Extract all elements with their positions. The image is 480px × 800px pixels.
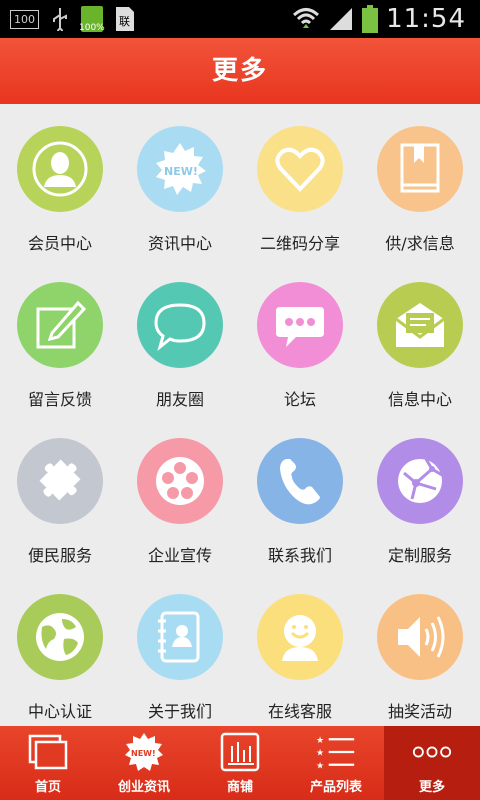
grid-item-icon-bg [377,126,463,212]
grid-item-label: 二维码分享 [259,234,340,253]
grid-item-contact-us[interactable]: 联系我们 [240,416,360,572]
forum-icon [276,307,324,347]
grid-item-moments[interactable]: 朋友圈 [120,260,240,416]
grid-item-icon-bg [257,126,343,212]
tab-label: 首页 [34,780,61,795]
tab-label: 商铺 [226,780,253,795]
grid-item-lottery[interactable]: 抽奖活动 [360,572,480,728]
title-bar: 更多 [0,38,480,104]
puzzle-icon [39,459,81,501]
grid-item-icon-bg [17,438,103,524]
globe-icon [36,613,84,661]
grid-item-label: 资讯中心 [147,234,212,253]
feature-grid: 会员中心 NEW! 资讯中心 二维码分享 供/求信息 留言反馈 朋友圈 论坛 信… [0,104,480,726]
battery-full-icon [362,5,379,33]
new-badge-text: NEW! [131,749,156,758]
svg-text:联: 联 [119,15,130,28]
grid-item-label: 会员中心 [27,234,92,253]
page-title: 更多 [211,56,268,86]
grid-item-news-center[interactable]: NEW! 资讯中心 [120,104,240,260]
grid-item-icon-bg [17,282,103,368]
tab-business-news[interactable]: NEW! 创业资讯 [96,726,192,800]
edit-icon [36,300,87,349]
grid-item-icon-bg [137,282,223,368]
tab-home[interactable]: 首页 [0,726,96,800]
grid-item-promotion[interactable]: 企业宣传 [120,416,240,572]
tab-shop[interactable]: 商铺 [192,726,288,800]
grid-item-label: 供/求信息 [385,234,455,253]
shop-icon [220,732,260,772]
contacts-icon [158,611,200,663]
phone-icon [280,459,320,505]
grid-item-certification[interactable]: 中心认证 [0,572,120,728]
grid-item-icon-bg [137,594,223,680]
book-icon [400,143,440,193]
grid-item-label: 关于我们 [147,702,212,721]
tab-label: 创业资讯 [117,780,170,795]
grid-item-label: 朋友圈 [155,390,204,409]
battery-icon: 100% [79,6,105,33]
film-reel-icon [156,457,204,505]
grid-item-icon-bg: NEW! [137,126,223,212]
more-icon [412,732,452,772]
grid-item-label: 论坛 [283,390,316,409]
globe-network-icon [398,458,443,503]
status-bar: 100 100% 联 11:54 [0,0,480,38]
svg-text:★: ★ [316,761,324,771]
grid-item-forum[interactable]: 论坛 [240,260,360,416]
grid-item-label: 便民服务 [27,546,92,565]
home-icon [28,732,68,772]
grid-item-icon-bg [17,594,103,680]
sim-icon: 联 [116,7,134,31]
grid-item-member-center[interactable]: 会员中心 [0,104,120,260]
heart-icon [275,147,325,192]
grid-item-icon-bg [257,282,343,368]
grid-item-icon-bg [377,282,463,368]
grid-item-supply-demand[interactable]: 供/求信息 [360,104,480,260]
speaker-icon [398,616,445,658]
grid-item-online-service[interactable]: 在线客服 [240,572,360,728]
support-agent-icon [282,615,318,661]
storage-indicator: 100 [10,9,39,29]
svg-text:★: ★ [316,736,324,746]
list-icon: ★ ★ ★ [316,732,356,772]
new-badge-icon: NEW! [124,732,164,772]
tab-label: 产品列表 [309,780,362,795]
grid-item-custom-service[interactable]: 定制服务 [360,416,480,572]
grid-item-label: 信息中心 [387,390,452,409]
news-badge-text: NEW! [164,165,198,178]
bottom-navigation: 首页 NEW! 创业资讯 商铺 ★ ★ ★ 产品列表 更多 [0,726,480,800]
grid-item-feedback[interactable]: 留言反馈 [0,260,120,416]
tab-product-list[interactable]: ★ ★ ★ 产品列表 [288,726,384,800]
tab-label: 更多 [418,780,445,795]
member-icon [32,141,88,197]
grid-item-qr-share[interactable]: 二维码分享 [240,104,360,260]
grid-item-label: 企业宣传 [147,546,212,565]
grid-item-label: 抽奖活动 [387,702,452,721]
grid-item-public-service[interactable]: 便民服务 [0,416,120,572]
grid-item-about-us[interactable]: 关于我们 [120,572,240,728]
chat-bubble-icon [154,303,206,352]
grid-item-label: 留言反馈 [27,390,92,409]
grid-item-icon-bg [257,594,343,680]
grid-item-icon-bg [377,438,463,524]
clock: 11:54 [386,4,466,34]
grid-item-icon-bg [17,126,103,212]
wifi-icon [293,8,320,28]
usb-icon [53,8,67,31]
mail-icon [395,303,445,347]
grid-item-icon-bg [137,438,223,524]
grid-item-icon-bg [257,438,343,524]
grid-item-info-center[interactable]: 信息中心 [360,260,480,416]
grid-item-label: 联系我们 [267,546,332,565]
news-icon: NEW! [156,143,206,195]
tab-more[interactable]: 更多 [384,726,480,800]
grid-item-icon-bg [377,594,463,680]
grid-item-label: 定制服务 [387,546,452,565]
grid-item-label: 中心认证 [27,702,92,721]
grid-item-label: 在线客服 [267,702,332,721]
battery-percent: 100% [79,23,105,33]
signal-icon [330,8,353,30]
svg-text:★: ★ [316,749,324,759]
